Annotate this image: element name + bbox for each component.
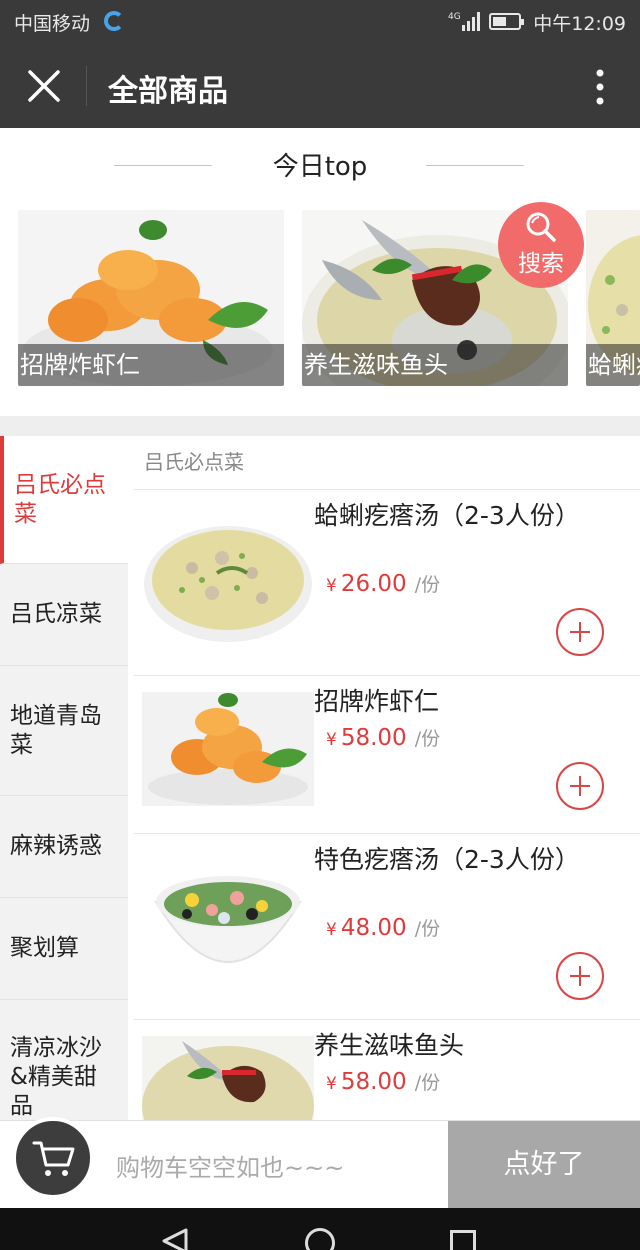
heading-rule-left [114,165,212,166]
today-top-title: 今日top [272,152,368,182]
app-screen: 中国移动 4G 中午12:09 全部商品 今日top 招牌炸虾仁 养生滋味鱼头 … [0,0,640,1250]
more-options-icon[interactable] [596,68,604,108]
currency-symbol: ¥ [326,920,337,940]
home-nav-icon[interactable] [305,1228,335,1250]
close-icon[interactable] [24,66,64,106]
section-gap [0,416,640,436]
price-unit: /份 [414,728,441,750]
sidebar-item-label: 清凉冰沙&精美甜品 [10,1035,102,1119]
price-unit: /份 [414,1072,441,1094]
cart-button[interactable] [12,1117,94,1199]
product-item-fish-head[interactable]: 养生滋味鱼头 ¥58.00/份 [134,1020,640,1120]
sidebar-item-label: 聚划算 [10,935,79,961]
sidebar-item-label: 吕氏凉菜 [10,601,102,627]
product-name: 招牌炸虾仁 [314,687,440,716]
sidebar-item-label: 吕氏必点菜 [14,471,106,527]
search-icon [526,212,556,242]
sidebar-item-label: 地道青岛菜 [10,702,102,758]
today-top-heading: 今日top [0,146,640,183]
search-button[interactable]: 搜索 [498,202,584,288]
clock: 中午12:09 [533,13,626,35]
price-value: 58.00 [340,725,407,751]
list-section-header: 吕氏必点菜 [134,436,640,490]
today-top-section: 今日top 招牌炸虾仁 养生滋味鱼头 蛤蜊 搜索 [0,128,640,416]
product-thumb-fish-head [142,1036,314,1120]
category-sidebar: 吕氏必点菜 吕氏凉菜 地道青岛菜 麻辣诱惑 聚划算 清凉冰沙&精美甜品 [0,436,128,1140]
sidebar-item-cold-dishes[interactable]: 吕氏凉菜 [0,564,128,666]
top-card-caption: 蛤蜊疙 [586,344,640,386]
cart-bar: 购物车空空如也~~~ 点好了 [0,1117,640,1209]
recent-apps-icon[interactable] [450,1230,476,1250]
sidebar-item-signature[interactable]: 吕氏必点菜 [0,436,128,564]
product-list: 吕氏必点菜 蛤蜊疙瘩汤（2-3人份） ¥26.00/份 招牌炸虾仁 ¥ 58.0… [128,436,640,1120]
product-item-special-soup[interactable]: 特色疙瘩汤（2-3人份） ¥48.00/份 [134,834,640,1020]
product-price: ¥26.00/份 [326,570,440,597]
product-price: ¥58.00/份 [326,724,440,751]
add-to-cart-button[interactable] [556,762,604,810]
currency-symbol: ¥ [326,576,337,596]
svg-text:4G: 4G [448,12,461,22]
currency-symbol: ¥ [326,1074,337,1094]
price-value: 58.00 [340,1069,407,1095]
back-nav-icon[interactable] [160,1228,190,1250]
top-card-clam-soup[interactable]: 蛤蜊疙 [586,210,640,386]
top-card-caption: 养生滋味鱼头 [302,344,568,386]
title-divider [86,66,87,106]
status-bar: 中国移动 4G 中午12:09 [0,0,640,44]
sidebar-item-spicy[interactable]: 麻辣诱惑 [0,796,128,898]
carrier-logo-icon [104,11,124,31]
checkout-button[interactable]: 点好了 [448,1121,640,1209]
title-bar: 全部商品 [0,44,640,128]
product-name: 养生滋味鱼头 [314,1031,465,1060]
add-to-cart-button[interactable] [556,952,604,1000]
system-nav-bar [0,1208,640,1250]
carrier-name: 中国移动 [14,13,91,35]
product-thumb-clam-soup [142,518,314,644]
top-card-shrimp[interactable]: 招牌炸虾仁 [18,210,284,386]
cart-empty-text: 购物车空空如也~~~ [116,1154,345,1182]
currency-symbol: ¥ [326,730,337,750]
product-price: ¥58.00/份 [326,1068,440,1095]
product-name: 特色疙瘩汤（2-3人份） [314,845,580,874]
price-value: 48.00 [340,915,407,941]
product-item-fried-shrimp[interactable]: 招牌炸虾仁 ¥58.00/份 [134,676,640,834]
price-unit: /份 [414,918,441,940]
price-value: 26.00 [340,571,407,597]
sidebar-item-qingdao[interactable]: 地道青岛菜 [0,666,128,796]
product-name: 蛤蜊疙瘩汤（2-3人份） [314,501,580,530]
heading-rule-right [426,165,524,166]
top-card-caption: 招牌炸虾仁 [18,344,284,386]
page-title: 全部商品 [108,74,228,109]
cart-icon [32,1141,75,1176]
product-thumb-special-soup [142,862,314,988]
signal-icon: 4G [448,12,480,31]
add-to-cart-button[interactable] [556,608,604,656]
sidebar-item-deals[interactable]: 聚划算 [0,898,128,1000]
product-thumb-fried-shrimp [142,692,314,806]
sidebar-item-label: 麻辣诱惑 [10,833,102,859]
product-price: ¥48.00/份 [326,914,440,941]
product-item-clam-soup[interactable]: 蛤蜊疙瘩汤（2-3人份） ¥26.00/份 [134,490,640,676]
battery-icon [489,13,524,30]
price-unit: /份 [414,574,441,596]
search-label: 搜索 [518,251,564,277]
